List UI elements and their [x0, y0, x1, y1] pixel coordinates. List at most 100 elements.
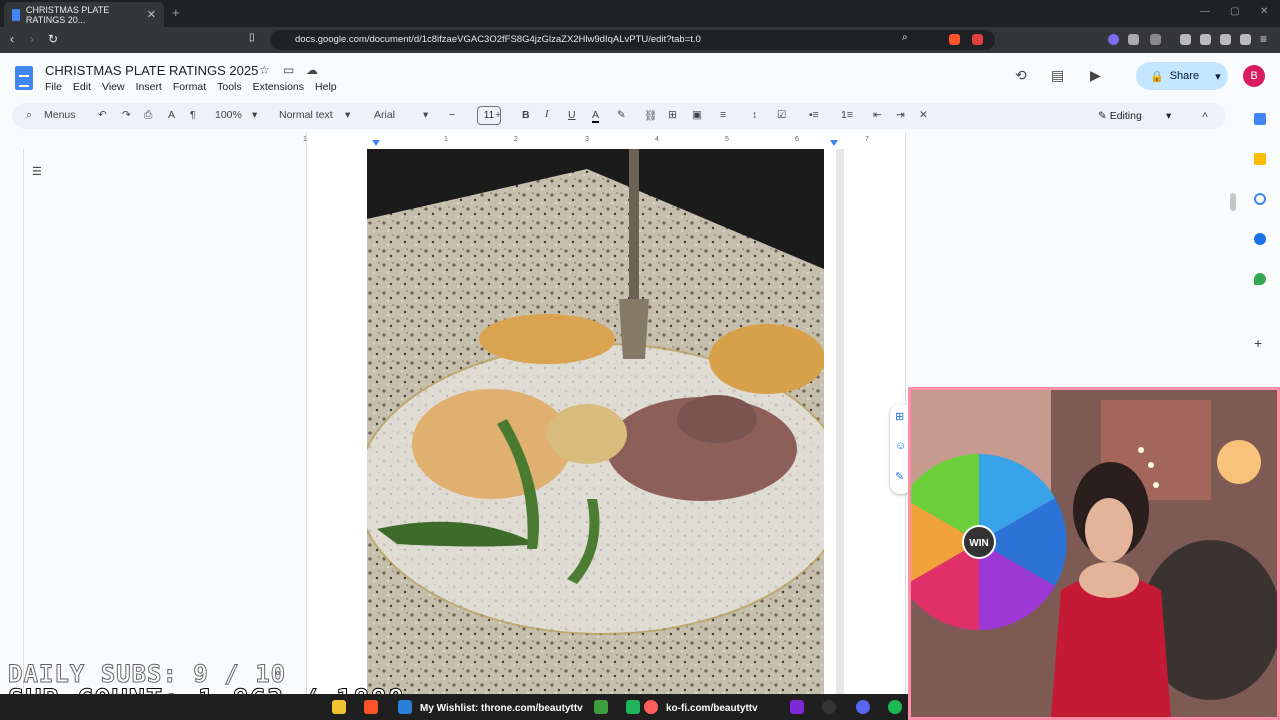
app-icon[interactable] — [594, 700, 608, 714]
reload-icon[interactable]: ↻ — [48, 32, 58, 46]
contacts-icon[interactable] — [1254, 233, 1266, 245]
brave-browser-icon[interactable] — [364, 700, 378, 714]
add-comment-icon[interactable]: ⊞ — [895, 410, 904, 423]
app-icon[interactable] — [398, 700, 412, 714]
bulleted-list-icon[interactable]: •≡ — [809, 109, 819, 121]
ruler-number: 6 — [795, 136, 799, 143]
chevron-down-icon[interactable]: ▾ — [252, 109, 257, 121]
add-addon-icon[interactable]: + — [1254, 336, 1266, 350]
link-icon[interactable]: ⛓ — [644, 109, 657, 122]
decrease-indent-icon[interactable]: ⇤ — [873, 109, 882, 121]
meet-icon[interactable]: ▶ — [1090, 67, 1101, 84]
clear-formatting-icon[interactable]: ✕ — [919, 109, 928, 121]
increase-font-icon[interactable]: + — [495, 109, 501, 121]
align-icon[interactable]: ≡ — [720, 109, 726, 121]
address-bar[interactable]: docs.google.com/document/d/1c8ifzaeVGAC3… — [270, 30, 995, 50]
highlight-icon[interactable]: ✎ — [617, 109, 626, 121]
menu-view[interactable]: View — [102, 81, 125, 93]
maps-icon[interactable] — [1254, 273, 1266, 285]
forward-icon[interactable]: › — [30, 32, 34, 46]
url-text: docs.google.com/document/d/1c8ifzaeVGAC3… — [295, 34, 701, 45]
calendar-icon[interactable] — [1254, 113, 1266, 125]
shields-icon[interactable] — [1240, 34, 1251, 45]
right-indent-marker[interactable] — [830, 140, 838, 146]
browser-menu-icon[interactable]: ≡ — [1260, 32, 1267, 46]
chevron-down-icon[interactable]: ▾ — [1215, 70, 1221, 83]
minimize-button[interactable]: — — [1200, 6, 1210, 17]
collapse-menus-icon[interactable]: ˄ — [1202, 109, 1208, 121]
zoom-icon[interactable]: ⌕ — [902, 32, 908, 43]
app-icon[interactable] — [822, 700, 836, 714]
text-color-icon[interactable]: A — [592, 109, 600, 123]
vpn-icon[interactable] — [1220, 34, 1231, 45]
plate-photo[interactable] — [367, 149, 824, 694]
redo-icon[interactable]: ↷ — [122, 109, 131, 121]
style-select[interactable]: Normal text — [279, 109, 333, 121]
tasks-icon[interactable] — [1254, 193, 1266, 205]
wallet-icon[interactable] — [1150, 34, 1161, 45]
menu-file[interactable]: File — [45, 81, 62, 93]
numbered-list-icon[interactable]: 1≡ — [841, 109, 853, 121]
extensions-puzzle-icon[interactable] — [1128, 34, 1139, 45]
extension-icon[interactable] — [1108, 34, 1119, 45]
bookmark-icon[interactable]: ▯ — [249, 32, 255, 43]
close-window-button[interactable]: ✕ — [1260, 6, 1268, 17]
app-icon[interactable] — [626, 700, 640, 714]
version-history-icon[interactable]: ⟲ — [1015, 67, 1027, 84]
paint-format-icon[interactable]: ¶ — [190, 109, 196, 121]
brave-rewards-icon[interactable] — [972, 34, 983, 45]
add-comment-icon[interactable]: ⊞ — [668, 109, 677, 121]
menu-help[interactable]: Help — [315, 81, 337, 93]
bold-icon[interactable]: B — [522, 109, 530, 121]
star-icon[interactable]: ☆ — [259, 63, 270, 77]
decrease-font-icon[interactable]: − — [449, 109, 455, 121]
comments-icon[interactable]: ▤ — [1051, 67, 1064, 84]
scroll-thumb[interactable] — [1230, 193, 1236, 211]
menu-extensions[interactable]: Extensions — [253, 81, 304, 93]
insert-image-icon[interactable]: ▣ — [692, 109, 702, 121]
editing-mode-button[interactable]: ✎ Editing ▾ — [1084, 106, 1194, 126]
page-scrollbar[interactable] — [836, 149, 844, 694]
browser-tab[interactable]: CHRISTMAS PLATE RATINGS 20... ✕ — [4, 2, 164, 27]
document-outline-icon[interactable]: ☰ — [32, 165, 42, 178]
print-icon[interactable]: ⎙ — [144, 109, 152, 122]
line-spacing-icon[interactable]: ↕ — [752, 109, 757, 121]
spellcheck-icon[interactable]: A — [168, 109, 175, 121]
brave-shield-icon[interactable] — [949, 34, 960, 45]
docs-logo-icon[interactable] — [15, 66, 33, 90]
chevron-down-icon[interactable]: ▾ — [423, 109, 428, 121]
emoji-reaction-icon[interactable]: ☺ — [895, 440, 906, 452]
menu-tools[interactable]: Tools — [217, 81, 242, 93]
checklist-icon[interactable]: ☑ — [777, 109, 786, 121]
font-select[interactable]: Arial — [374, 109, 395, 121]
left-indent-marker[interactable] — [372, 140, 380, 146]
new-tab-button[interactable]: + — [172, 5, 180, 20]
keep-icon[interactable] — [1254, 153, 1266, 165]
search-menus[interactable]: Menus — [44, 109, 76, 121]
ruler-number: 7 — [865, 136, 869, 143]
tab-close-icon[interactable]: ✕ — [147, 8, 156, 21]
menu-format[interactable]: Format — [173, 81, 206, 93]
zoom-select[interactable]: 100% — [215, 109, 242, 121]
menu-insert[interactable]: Insert — [136, 81, 162, 93]
discord-icon[interactable] — [856, 700, 870, 714]
share-button[interactable]: 🔒 Share ▾ — [1136, 62, 1228, 90]
maximize-button[interactable]: ▢ — [1230, 6, 1239, 17]
file-explorer-icon[interactable] — [332, 700, 346, 714]
menu-edit[interactable]: Edit — [73, 81, 91, 93]
suggest-edits-icon[interactable]: ✎ — [895, 470, 904, 483]
leo-icon[interactable] — [1200, 34, 1211, 45]
spotify-icon[interactable] — [888, 700, 902, 714]
avatar[interactable]: B — [1243, 65, 1265, 87]
chevron-down-icon[interactable]: ▾ — [345, 109, 350, 121]
search-icon[interactable]: ⌕ — [26, 109, 32, 122]
underline-icon[interactable]: U — [568, 109, 576, 121]
move-folder-icon[interactable]: ▭ — [283, 63, 294, 77]
app-icon[interactable] — [790, 700, 804, 714]
undo-icon[interactable]: ↶ — [98, 109, 107, 121]
increase-indent-icon[interactable]: ⇥ — [896, 109, 905, 121]
document-title[interactable]: CHRISTMAS PLATE RATINGS 2025 — [45, 63, 258, 78]
italic-icon[interactable]: I — [545, 109, 549, 120]
sidebar-icon[interactable] — [1180, 34, 1191, 45]
back-icon[interactable]: ‹ — [10, 32, 14, 46]
